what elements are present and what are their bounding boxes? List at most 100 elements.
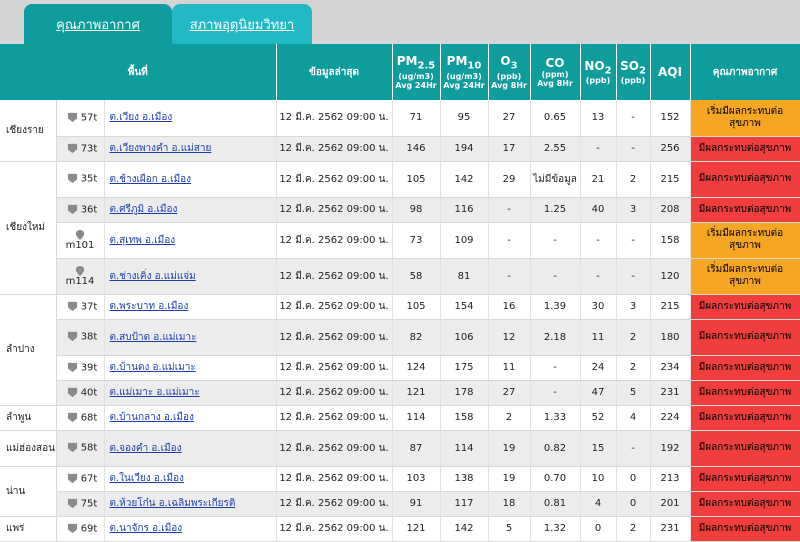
area-cell: ต.บ้านกลาง อ.เมือง <box>104 405 277 431</box>
station-pin-icon <box>67 498 78 509</box>
station-pin-icon <box>67 204 78 215</box>
table-row: 39t ต.บ้านดง อ.แม่เมาะ 12 มี.ค. 2562 09:00… <box>0 355 800 381</box>
station-cell: 36t <box>56 197 105 223</box>
no2-label: NO2 <box>584 58 612 77</box>
o3-cell: - <box>488 197 531 223</box>
no2-cell: 47 <box>580 380 617 406</box>
tab-bar: คุณภาพอากาศ สภาพอุตุนิยมวิทยา <box>0 0 800 44</box>
station-cell: 40t <box>56 380 105 406</box>
pm25-cell: 58 <box>392 258 441 295</box>
area-link[interactable]: ต.เวียงพางคำ อ.แม่สาย <box>110 143 212 154</box>
pm10-avg: Avg 24Hr <box>443 80 485 90</box>
o3-label: O3 <box>500 54 518 72</box>
area-link[interactable]: ต.จองคำ อ.เมือง <box>110 443 182 454</box>
time-cell: 12 มี.ค. 2562 09:00 น. <box>276 355 393 381</box>
station-cell: m101 <box>56 222 105 259</box>
o3-cell: 27 <box>488 100 531 137</box>
area-link[interactable]: ต.สบป้าด อ.แม่เมาะ <box>110 332 197 343</box>
co-cell: 2.18 <box>530 319 581 356</box>
pm25-cell: 105 <box>392 161 441 198</box>
pm10-cell: 106 <box>440 319 489 356</box>
header-no2: NO2 (ppb) <box>580 44 617 100</box>
time-cell: 12 มี.ค. 2562 09:00 น. <box>276 197 393 223</box>
co-cell: - <box>530 222 581 259</box>
pm10-cell: 81 <box>440 258 489 295</box>
area-link[interactable]: ต.พระบาท อ.เมือง <box>110 301 189 312</box>
station-pin-icon <box>67 473 78 484</box>
pm10-cell: 116 <box>440 197 489 223</box>
no2-cell: - <box>580 136 617 162</box>
o3-cell: 2 <box>488 405 531 431</box>
area-link[interactable]: ต.นาจักร อ.เมือง <box>110 523 183 534</box>
pm10-cell: 142 <box>440 516 489 542</box>
no2-unit: (ppb) <box>585 76 611 86</box>
station-cell: 57t <box>56 100 105 137</box>
quality-badge: มีผลกระทบต่อสุขภาพ <box>690 197 800 223</box>
pm10-cell: 194 <box>440 136 489 162</box>
area-cell: ต.พระบาท อ.เมือง <box>104 294 277 320</box>
o3-cell: 5 <box>488 516 531 542</box>
so2-cell: 0 <box>616 491 651 517</box>
so2-cell: - <box>616 100 651 137</box>
pm25-cell: 73 <box>392 222 441 259</box>
area-link[interactable]: ต.เวียง อ.เมือง <box>110 112 173 123</box>
station-cell: 58t <box>56 430 105 467</box>
time-cell: 12 มี.ค. 2562 09:00 น. <box>276 319 393 356</box>
area-link[interactable]: ต.บ้านดง อ.แม่เมาะ <box>110 362 196 373</box>
pm25-cell: 105 <box>392 294 441 320</box>
quality-badge: มีผลกระทบต่อสุขภาพ <box>690 466 800 492</box>
co-cell: 0.70 <box>530 466 581 492</box>
time-cell: 12 มี.ค. 2562 09:00 น. <box>276 405 393 431</box>
pm10-cell: 158 <box>440 405 489 431</box>
pm25-cell: 82 <box>392 319 441 356</box>
aqi-cell: 224 <box>650 405 691 431</box>
o3-cell: 11 <box>488 355 531 381</box>
so2-cell: - <box>616 258 651 295</box>
pm10-cell: 175 <box>440 355 489 381</box>
o3-avg: Avg 8Hr <box>491 80 527 90</box>
pm25-label: PM2.5 <box>396 54 436 72</box>
table-row: 40t ต.แม่เมาะ อ.แม่เมาะ 12 มี.ค. 2562 09:0… <box>0 380 800 406</box>
area-link[interactable]: ต.สุเทพ อ.เมือง <box>110 235 176 246</box>
area-link[interactable]: ต.ศรีภูมิ อ.เมือง <box>110 204 178 215</box>
area-link[interactable]: ต.ห้วยโก๋น อ.เฉลิมพระเกียรติ <box>110 498 236 509</box>
aqi-cell: 120 <box>650 258 691 295</box>
co-cell: 1.33 <box>530 405 581 431</box>
quality-badge: มีผลกระทบต่อสุขภาพ <box>690 491 800 517</box>
tab-air-quality[interactable]: คุณภาพอากาศ <box>24 4 172 44</box>
tab-weather[interactable]: สภาพอุตุนิยมวิทยา <box>172 4 312 44</box>
header-o3: O3 (ppb) Avg 8Hr <box>488 44 531 100</box>
so2-cell: 3 <box>616 197 651 223</box>
station-code: 67t <box>80 473 98 485</box>
area-link[interactable]: ต.ช้างเผือก อ.เมือง <box>110 174 192 185</box>
pm25-cell: 98 <box>392 197 441 223</box>
header-pm10: PM10 (ug/m3) Avg 24Hr <box>440 44 489 100</box>
header-pm25: PM2.5 (ug/m3) Avg 24Hr <box>392 44 441 100</box>
table-row: ลำปาง 37t ต.พระบาท อ.เมือง 12 มี.ค. 2562 0… <box>0 294 800 406</box>
quality-badge: มีผลกระทบต่อสุขภาพ <box>690 294 800 320</box>
area-link[interactable]: ต.ในเวียง อ.เมือง <box>110 473 184 484</box>
pm10-label: PM10 <box>446 54 482 72</box>
area-link[interactable]: ต.ช่างเคิ่ง อ.แม่แจ่ม <box>110 271 196 282</box>
area-link[interactable]: ต.บ้านกลาง อ.เมือง <box>110 412 194 423</box>
station-cell: 39t <box>56 355 105 381</box>
table-row: m114 ต.ช่างเคิ่ง อ.แม่แจ่ม 12 มี.ค. 2562 0… <box>0 258 800 295</box>
co-unit: (ppm) <box>541 70 569 79</box>
o3-cell: 19 <box>488 466 531 492</box>
station-cell: 69t <box>56 516 105 542</box>
so2-label: SO2 <box>620 58 646 77</box>
quality-badge: มีผลกระทบต่อสุขภาพ <box>690 319 800 356</box>
station-code: 36t <box>80 204 98 216</box>
station-cell: 37t <box>56 294 105 320</box>
co-avg: Avg 8Hr <box>537 79 573 88</box>
quality-badge: เริ่มมีผลกระทบต่อสุขภาพ <box>690 100 800 137</box>
province-cell: เชียงใหม่ <box>0 161 57 295</box>
aqi-cell: 180 <box>650 319 691 356</box>
no2-cell: - <box>580 258 617 295</box>
station-code: 35t <box>80 173 98 185</box>
area-link[interactable]: ต.แม่เมาะ อ.แม่เมาะ <box>110 387 200 398</box>
station-pin-icon <box>67 412 78 423</box>
table-row: m101 ต.สุเทพ อ.เมือง 12 มี.ค. 2562 09:00 น… <box>0 222 800 259</box>
no2-cell: 21 <box>580 161 617 198</box>
quality-badge: มีผลกระทบต่อสุขภาพ <box>690 161 800 198</box>
